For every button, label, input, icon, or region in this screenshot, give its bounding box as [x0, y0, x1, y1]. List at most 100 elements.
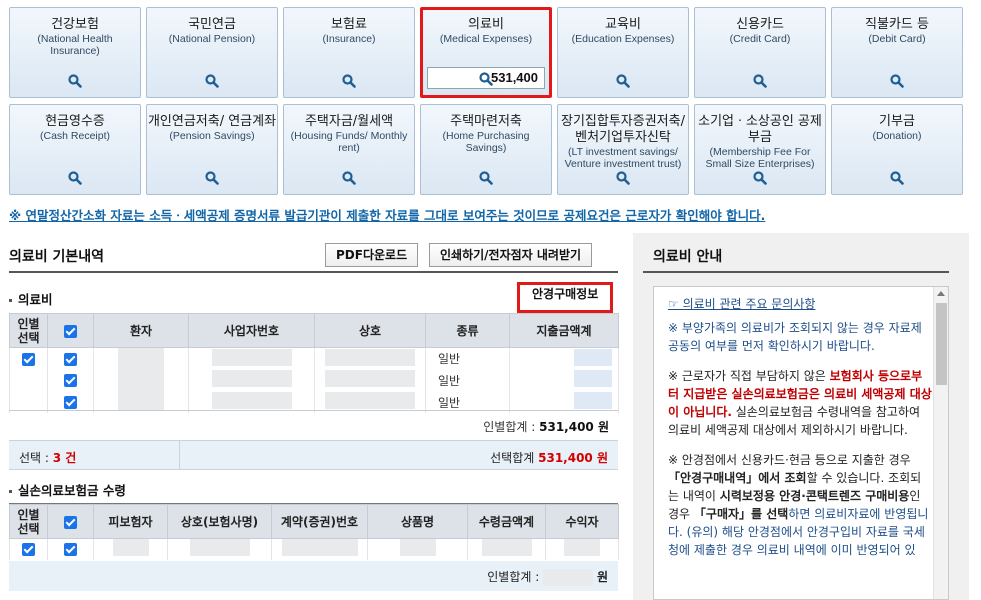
search-icon[interactable] [890, 74, 904, 88]
type-cell: 일반 [425, 369, 510, 392]
check-all-checkbox[interactable] [64, 515, 77, 529]
check-all-checkbox[interactable] [64, 324, 77, 338]
tile-subtitle: (Insurance) [322, 33, 376, 45]
guide-scrollbar[interactable] [933, 287, 948, 599]
print-button[interactable]: 인쇄하기/전자점자 내려받기 [429, 243, 593, 267]
tile-title: 교육비 [605, 17, 641, 32]
row-checkbox[interactable] [64, 543, 77, 557]
search-icon[interactable] [68, 74, 82, 88]
col-header-contract-no: 계약(증권)번호 [271, 504, 368, 539]
tile-4[interactable]: 교육비 (Education Expenses) [557, 7, 689, 98]
tile-2[interactable]: 보험료 (Insurance) [283, 7, 415, 98]
search-icon[interactable] [342, 171, 356, 185]
search-icon[interactable] [753, 74, 767, 88]
search-icon[interactable] [68, 171, 82, 185]
tile-subtitle: (Medical Expenses) [439, 33, 533, 45]
col-header-select: 인별 선택 [9, 313, 48, 348]
tile-5[interactable]: 신용카드 (Credit Card) [694, 7, 826, 98]
tile-subtitle: (Home Purchasing Savings) [442, 130, 530, 154]
tile-0[interactable]: 건강보험 (National Health Insurance) [9, 7, 141, 98]
scrollbar-thumb[interactable] [936, 303, 947, 385]
notice-text[interactable]: ※ 연말정산간소화 자료는 소득ㆍ세액공제 증명서류 발급기관이 제출한 자료를… [9, 205, 969, 224]
company-cell [314, 369, 426, 392]
contract-no-cell [271, 538, 368, 560]
person-total: 인별합계 : 531,400 원 [9, 418, 609, 435]
search-icon[interactable] [342, 74, 356, 88]
patient-cell [93, 347, 189, 413]
tile-1[interactable]: 국민연금 (National Pension) [146, 7, 278, 98]
pdf-download-button[interactable]: PDF다운로드 [325, 243, 419, 267]
tile-subtitle: (Education Expenses) [571, 33, 675, 45]
col-header-check-all[interactable] [47, 504, 94, 539]
tile-subtitle: (Donation) [872, 130, 922, 142]
col-header-beneficiary: 수익자 [545, 504, 619, 539]
tile-subtitle: (Debit Card) [868, 33, 926, 45]
tile-title: 기부금 [879, 114, 915, 129]
tile-title: 보험료 [331, 17, 367, 32]
selection-summary-bar: 선택 : 3 건 선택합계 531,400 원 [9, 440, 618, 470]
tile-9[interactable]: 주택자금/월세액 (Housing Funds/ Monthly rent) [283, 104, 415, 195]
row-checkbox[interactable] [64, 352, 77, 366]
person-select-checkbox[interactable] [22, 352, 35, 366]
person-total-value: 531,400 원 [539, 420, 609, 434]
tile-7[interactable]: 현금영수증 (Cash Receipt) [9, 104, 141, 195]
business-no-cell [188, 369, 315, 392]
tile-6[interactable]: 직불카드 등 (Debit Card) [831, 7, 963, 98]
selection-total: 선택합계 531,400 원 [490, 451, 608, 465]
received-amount-cell [467, 538, 546, 560]
amount-cell [509, 347, 619, 370]
tile-title: 직불카드 등 [865, 17, 929, 32]
medical-expense-table: 인별 선택 환자 사업자번호 상호 종류 지출금액계 일반 일반 일반 [9, 313, 619, 413]
insured-cell [93, 538, 168, 560]
tile-10[interactable]: 주택마련저축 (Home Purchasing Savings) [420, 104, 552, 195]
tile-title: 주택자금/월세액 [304, 114, 394, 129]
search-icon[interactable] [479, 72, 493, 86]
col-header-company: 상호 [314, 313, 426, 348]
tile-title: 소기업ㆍ소상공인 공제부금 [698, 114, 822, 145]
faq-link[interactable]: ☞ 의료비 관련 주요 문의사항 [668, 297, 815, 311]
search-icon[interactable] [616, 74, 630, 88]
person-total-label: 인별합계 : [483, 420, 536, 434]
company-cell [314, 347, 426, 370]
basic-section-title: 의료비 기본내역 [9, 249, 105, 265]
search-icon[interactable] [205, 171, 219, 185]
scroll-up-arrow-icon[interactable] [937, 291, 945, 296]
table-row [9, 538, 619, 560]
tile-8[interactable]: 개인연금저축/ 연금계좌 (Pension Savings) [146, 104, 278, 195]
tile-title: 신용카드 [736, 17, 784, 32]
col-header-insurer: 상호(보험사명) [167, 504, 272, 539]
divider [9, 271, 618, 273]
tile-title: 현금영수증 [45, 114, 105, 129]
insurance-table: 인별 선택 피보험자 상호(보험사명) 계약(증권)번호 상품명 수령금액계 수… [9, 504, 619, 560]
insurance-subsection-title: 실손의료보험금 수령 [9, 480, 126, 499]
guide-panel: 의료비 안내 ☞ 의료비 관련 주요 문의사항 ※ 부양가족의 의료비가 조회되… [633, 233, 969, 600]
col-header-patient: 환자 [93, 313, 189, 348]
tile-13[interactable]: 기부금 (Donation) [831, 104, 963, 195]
col-header-check-all[interactable] [47, 313, 94, 348]
tile-title: 장기집합투자증권저축/ 벤처기업투자신탁 [561, 114, 685, 145]
deduction-category-tiles: 건강보험 (National Health Insurance) 국민연금 (Nati… [9, 7, 969, 195]
tile-title: 국민연금 [188, 17, 236, 32]
tile-title: 개인연금저축/ 연금계좌 [147, 114, 277, 129]
guide-paragraph-3: ※ 안경점에서 신용카드·현금 등으로 지출한 경우 「안경구매내역」에서 조회… [668, 453, 929, 557]
search-icon[interactable] [205, 74, 219, 88]
search-icon[interactable] [616, 171, 630, 185]
amount-cell [509, 369, 619, 392]
col-header-amount: 지출금액계 [509, 313, 619, 348]
person-select-checkbox[interactable] [22, 543, 35, 557]
glasses-purchase-info-button[interactable]: 안경구매정보 [517, 282, 614, 313]
tile-12[interactable]: 소기업ㆍ소상공인 공제부금 (Membership Fee For Small S… [694, 104, 826, 195]
divider [9, 410, 618, 411]
guide-content-box[interactable]: ☞ 의료비 관련 주요 문의사항 ※ 부양가족의 의료비가 조회되지 않는 경우… [653, 286, 949, 600]
tile-subtitle: (Credit Card) [729, 33, 791, 45]
tile-11[interactable]: 장기집합투자증권저축/ 벤처기업투자신탁 (LT investment savin… [557, 104, 689, 195]
search-icon[interactable] [479, 171, 493, 185]
tile-3[interactable]: 의료비 (Medical Expenses) 531,400 [420, 7, 552, 98]
tile-subtitle: (Membership Fee For Small Size Enterpris… [705, 146, 815, 170]
tile-subtitle: (Cash Receipt) [39, 130, 111, 142]
row-checkbox[interactable] [64, 374, 77, 388]
search-icon[interactable] [753, 171, 767, 185]
search-icon[interactable] [890, 171, 904, 185]
row-checkbox[interactable] [64, 396, 77, 410]
col-header-business-no: 사업자번호 [188, 313, 315, 348]
